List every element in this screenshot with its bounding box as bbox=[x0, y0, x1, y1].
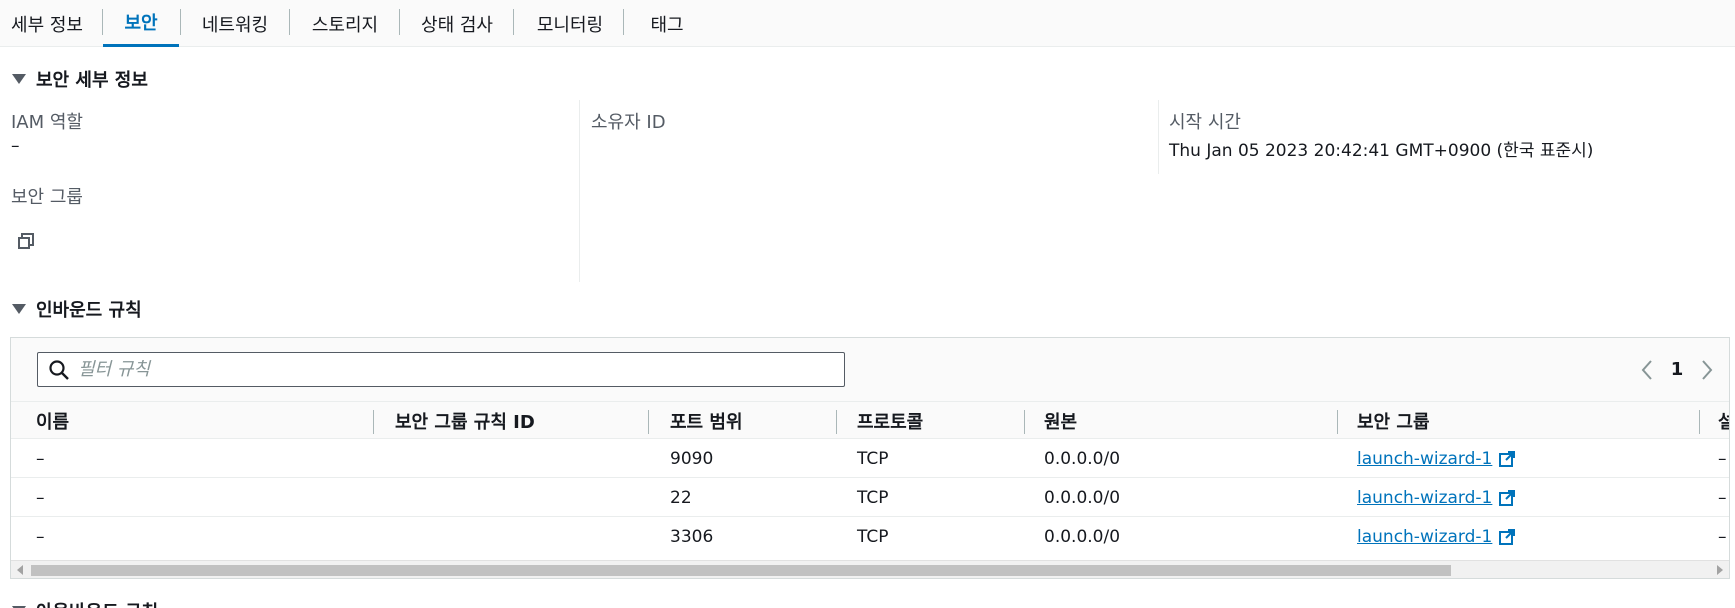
security-details-header[interactable]: 보안 세부 정보 bbox=[12, 66, 148, 92]
column-resizer[interactable] bbox=[836, 410, 837, 434]
column-header-protocol[interactable]: 프로토콜 bbox=[857, 402, 923, 439]
inbound-rules-table: 1 이름 보안 그룹 규칙 ID 포트 범위 프로토콜 원본 보안 그룹 설 –… bbox=[10, 337, 1730, 579]
table-row[interactable]: – 9090 TCP 0.0.0.0/0 launch-wizard-1 – bbox=[11, 439, 1729, 478]
filter-search-box[interactable] bbox=[37, 352, 845, 387]
cell-description: – bbox=[1718, 448, 1727, 469]
section-title: 아웃바운드 규칙 bbox=[36, 598, 158, 608]
column-resizer[interactable] bbox=[1699, 410, 1700, 434]
start-time-value: Thu Jan 05 2023 20:42:41 GMT+0900 (한국 표준… bbox=[1169, 141, 1594, 161]
caret-down-icon bbox=[12, 74, 26, 84]
external-link-icon[interactable] bbox=[1498, 489, 1516, 507]
column-resizer[interactable] bbox=[373, 410, 374, 434]
tab-details[interactable]: 세부 정보 bbox=[8, 0, 86, 47]
tab-tags[interactable]: 태그 bbox=[639, 0, 695, 47]
cell-source: 0.0.0.0/0 bbox=[1044, 487, 1121, 508]
inbound-rules-header[interactable]: 인바운드 규칙 bbox=[12, 296, 142, 322]
column-header-port-range[interactable]: 포트 범위 bbox=[670, 402, 743, 439]
cell-security-group: launch-wizard-1 bbox=[1357, 478, 1516, 517]
cell-description: – bbox=[1718, 487, 1727, 508]
chevron-left-icon bbox=[1641, 359, 1652, 380]
pagination: 1 bbox=[1635, 352, 1719, 387]
start-time-label: 시작 시간 bbox=[1169, 112, 1241, 133]
column-header-name[interactable]: 이름 bbox=[36, 402, 69, 439]
security-group-link[interactable]: launch-wizard-1 bbox=[1357, 488, 1492, 508]
security-group-link[interactable]: launch-wizard-1 bbox=[1357, 449, 1492, 469]
cell-security-group: launch-wizard-1 bbox=[1357, 439, 1516, 478]
tab-separator bbox=[513, 9, 514, 35]
table-header: 이름 보안 그룹 규칙 ID 포트 범위 프로토콜 원본 보안 그룹 설 bbox=[11, 401, 1729, 439]
owner-id-label: 소유자 ID bbox=[591, 112, 666, 133]
copy-icon[interactable] bbox=[16, 231, 36, 251]
column-resizer[interactable] bbox=[1024, 410, 1025, 434]
table-row[interactable]: – 3306 TCP 0.0.0.0/0 launch-wizard-1 – bbox=[11, 517, 1729, 556]
tab-status-checks[interactable]: 상태 검사 bbox=[414, 0, 500, 47]
security-group-link[interactable]: launch-wizard-1 bbox=[1357, 527, 1492, 547]
column-divider bbox=[1158, 100, 1159, 174]
column-header-description[interactable]: 설 bbox=[1718, 402, 1729, 439]
cell-name: – bbox=[36, 487, 45, 508]
tab-separator bbox=[399, 9, 400, 35]
scroll-left-arrow-icon[interactable] bbox=[17, 565, 23, 575]
chevron-right-icon bbox=[1702, 359, 1713, 380]
table-row[interactable]: – 22 TCP 0.0.0.0/0 launch-wizard-1 – bbox=[11, 478, 1729, 517]
table-toolbar: 1 bbox=[11, 338, 1729, 401]
search-icon bbox=[49, 359, 69, 380]
cell-source: 0.0.0.0/0 bbox=[1044, 526, 1121, 547]
cell-port-range: 3306 bbox=[670, 526, 714, 547]
tab-bar: 세부 정보 보안 네트워킹 스토리지 상태 검사 모니터링 태그 bbox=[0, 0, 1735, 47]
next-page-button[interactable] bbox=[1695, 358, 1719, 382]
cell-description: – bbox=[1718, 526, 1727, 547]
column-header-security-group[interactable]: 보안 그룹 bbox=[1357, 402, 1430, 439]
cell-protocol: TCP bbox=[857, 487, 889, 508]
filter-rules-input[interactable] bbox=[78, 359, 818, 380]
tab-security[interactable]: 보안 bbox=[103, 0, 179, 47]
cell-security-group: launch-wizard-1 bbox=[1357, 517, 1516, 556]
tab-storage[interactable]: 스토리지 bbox=[305, 0, 385, 47]
tab-separator bbox=[289, 9, 290, 35]
cell-name: – bbox=[36, 526, 45, 547]
tab-networking[interactable]: 네트워킹 bbox=[195, 0, 275, 47]
cell-name: – bbox=[36, 448, 45, 469]
cell-port-range: 9090 bbox=[670, 448, 714, 469]
tab-separator bbox=[180, 9, 181, 35]
section-title: 보안 세부 정보 bbox=[36, 70, 148, 91]
outbound-rules-header[interactable]: 아웃바운드 규칙 bbox=[12, 598, 158, 608]
tab-separator bbox=[623, 9, 624, 35]
column-header-source[interactable]: 원본 bbox=[1044, 402, 1077, 439]
column-resizer[interactable] bbox=[1337, 410, 1338, 434]
horizontal-scrollbar[interactable] bbox=[11, 560, 1729, 578]
current-page-number[interactable]: 1 bbox=[1659, 359, 1695, 380]
external-link-icon[interactable] bbox=[1498, 450, 1516, 468]
scrollbar-thumb[interactable] bbox=[31, 565, 1451, 576]
security-groups-label: 보안 그룹 bbox=[11, 187, 83, 208]
iam-role-label: IAM 역할 bbox=[11, 112, 83, 133]
cell-port-range: 22 bbox=[670, 487, 692, 508]
previous-page-button[interactable] bbox=[1635, 358, 1659, 382]
tab-monitoring[interactable]: 모니터링 bbox=[529, 0, 611, 47]
cell-protocol: TCP bbox=[857, 448, 889, 469]
cell-protocol: TCP bbox=[857, 526, 889, 547]
iam-role-value: – bbox=[11, 136, 20, 156]
column-resizer[interactable] bbox=[648, 410, 649, 434]
cell-source: 0.0.0.0/0 bbox=[1044, 448, 1121, 469]
caret-down-icon bbox=[12, 304, 26, 314]
external-link-icon[interactable] bbox=[1498, 528, 1516, 546]
column-divider bbox=[579, 100, 580, 282]
column-header-rule-id[interactable]: 보안 그룹 규칙 ID bbox=[395, 402, 535, 439]
section-title: 인바운드 규칙 bbox=[36, 300, 142, 321]
scroll-right-arrow-icon[interactable] bbox=[1717, 565, 1723, 575]
